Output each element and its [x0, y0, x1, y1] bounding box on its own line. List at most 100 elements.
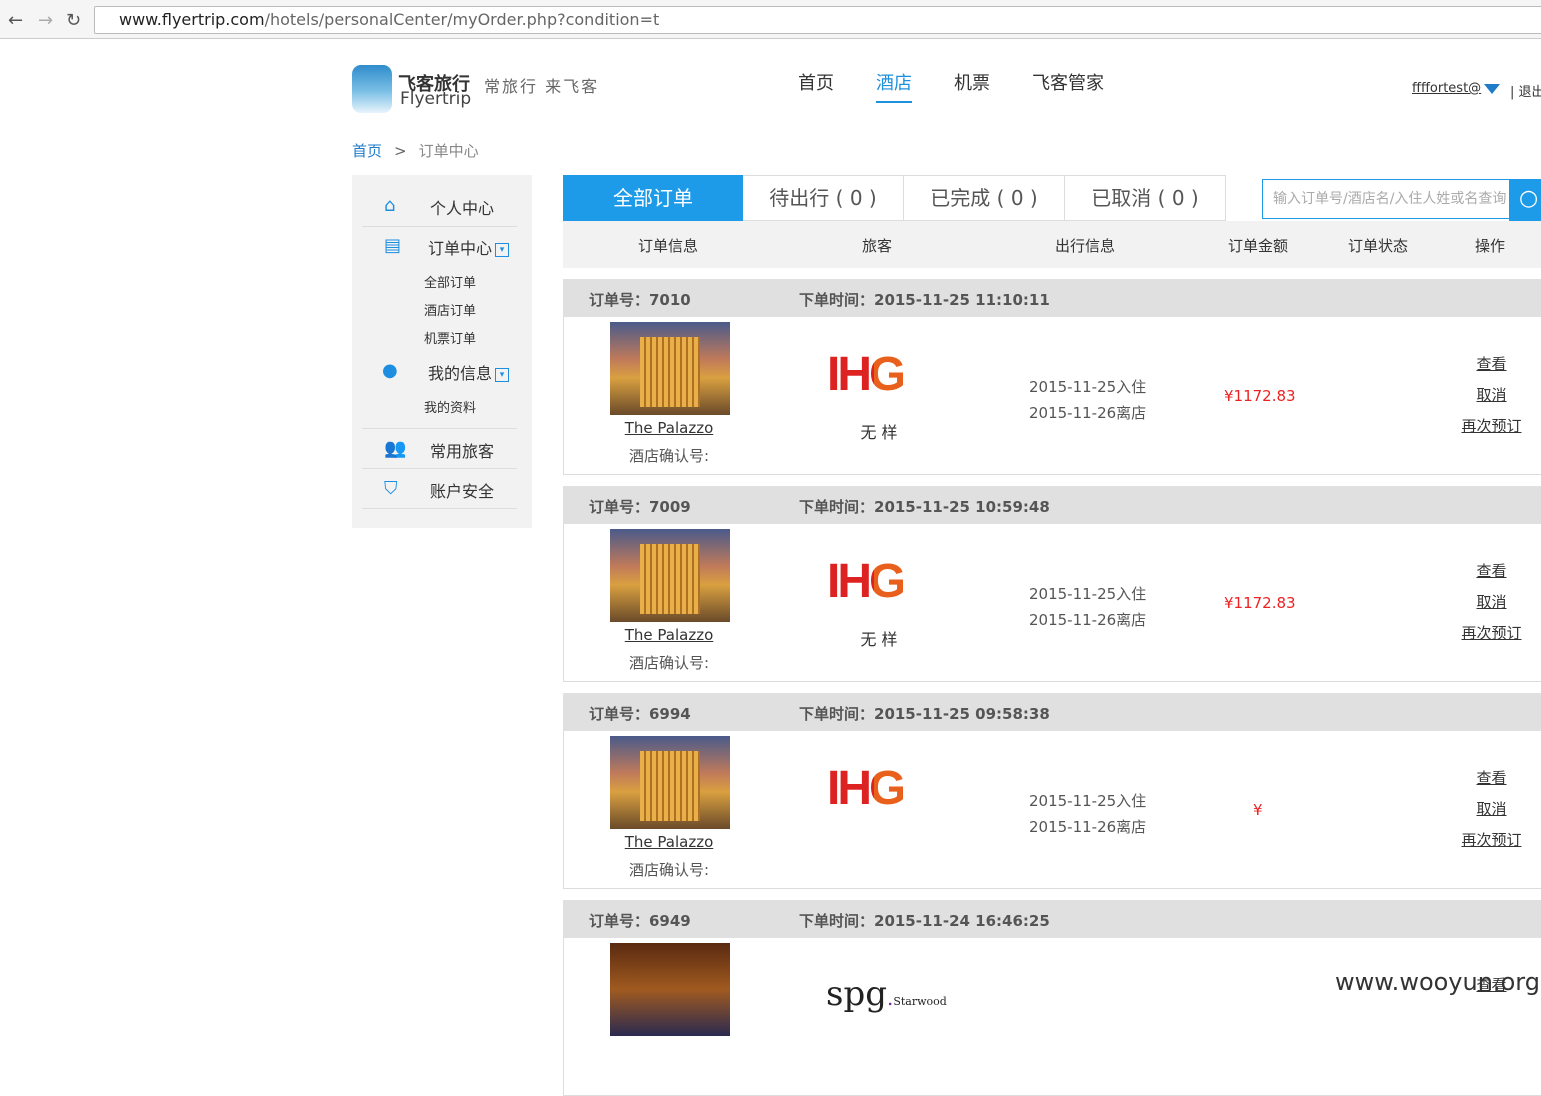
col-guest: 旅客	[861, 237, 893, 255]
sidebar-label: 个人中心	[430, 199, 495, 218]
sidebar-item-orders[interactable]: ▤ 订单中心 ▾	[362, 235, 517, 259]
caret-down-icon[interactable]	[1484, 84, 1500, 94]
hotel-image[interactable]	[610, 943, 730, 1036]
sidebar-item-security[interactable]: ⛉ 账户安全	[362, 478, 517, 502]
guest-name: 无 样	[860, 630, 898, 649]
order-row: 订单号：7009 下单时间：2015-11-25 10:59:48 The Pal…	[563, 486, 1541, 682]
col-order-info: 订单信息	[637, 237, 699, 255]
order-row: 订单号：6949 下单时间：2015-11-24 16:46:25 spg.Sta…	[563, 900, 1541, 1096]
sidebar-sub-flight-orders[interactable]: 机票订单	[424, 328, 476, 347]
home-icon: ⌂	[384, 195, 396, 216]
cancel-link[interactable]: 取消	[1459, 380, 1524, 411]
slogan: 常旅行 来飞客	[484, 77, 600, 96]
order-number: 订单号：6949	[589, 912, 691, 930]
logo-text-en: Flyertrip	[400, 89, 472, 109]
sidebar-label: 我的信息	[428, 364, 493, 383]
sidebar-sub-hotel-orders[interactable]: 酒店订单	[424, 300, 476, 319]
address-bar[interactable]: www.flyertrip.com/hotels/personalCenter/…	[94, 6, 1541, 34]
sidebar-label: 订单中心	[428, 239, 493, 258]
order-number: 订单号：6994	[589, 705, 691, 723]
checkout-date: 2015-11-26离店	[1029, 404, 1147, 422]
order-amount: ¥1172.83	[1224, 387, 1296, 405]
order-time: 下单时间：2015-11-25 11:10:11	[799, 291, 1050, 309]
tab-all[interactable]: 全部订单	[563, 175, 743, 221]
tab-completed[interactable]: 已完成 ( 0 )	[904, 175, 1065, 221]
breadcrumb-home[interactable]: 首页	[352, 142, 382, 160]
hotel-name-link[interactable]: The Palazzo	[564, 833, 774, 851]
hotel-image[interactable]	[610, 322, 730, 415]
col-amount: 订单金额	[1227, 237, 1289, 255]
user-menu[interactable]: ffffortest@	[1412, 81, 1481, 96]
order-number: 订单号：7009	[589, 498, 691, 516]
rebook-link[interactable]: 再次预订	[1459, 411, 1524, 442]
hotel-image[interactable]	[610, 529, 730, 622]
order-time: 下单时间：2015-11-25 10:59:48	[799, 498, 1050, 516]
search-input[interactable]: 输入订单号/酒店名/入住人姓或名查询	[1262, 179, 1510, 219]
divider	[362, 226, 517, 227]
order-time: 下单时间：2015-11-24 16:46:25	[799, 912, 1050, 930]
logout-label[interactable]: 退出	[1519, 85, 1541, 100]
cancel-link[interactable]: 取消	[1459, 794, 1524, 825]
logo-icon[interactable]	[352, 65, 392, 113]
ihg-logo: IHG	[827, 555, 906, 608]
users-icon: 👥	[384, 438, 407, 459]
forward-icon[interactable]: →	[38, 10, 53, 31]
ihg-logo: IHG	[827, 762, 906, 815]
order-amount: ¥1172.83	[1224, 594, 1296, 612]
tab-pending[interactable]: 待出行 ( 0 )	[743, 175, 904, 221]
breadcrumb-separator: >	[394, 142, 407, 160]
shield-icon: ⛉	[384, 478, 398, 499]
nav-hotel[interactable]: 酒店	[876, 69, 912, 103]
sidebar-item-myinfo[interactable]: ● 我的信息 ▾	[362, 360, 517, 384]
browser-toolbar: ← → ↻ www.flyertrip.com/hotels/personalC…	[0, 0, 1541, 39]
hotel-image[interactable]	[610, 736, 730, 829]
rebook-link[interactable]: 再次预订	[1459, 825, 1524, 856]
expand-icon[interactable]: ▾	[495, 242, 510, 257]
cancel-link[interactable]: 取消	[1459, 587, 1524, 618]
checkin-date: 2015-11-25入住	[1029, 378, 1147, 396]
order-row: 订单号：6994 下单时间：2015-11-25 09:58:38 The Pal…	[563, 693, 1541, 889]
checkout-date: 2015-11-26离店	[1029, 818, 1147, 836]
url-path: /hotels/personalCenter/myOrder.php?condi…	[264, 10, 660, 29]
hotel-name-link[interactable]: The Palazzo	[564, 419, 774, 437]
confirmation-label: 酒店确认号:	[628, 654, 710, 672]
back-icon[interactable]: ←	[8, 10, 23, 31]
sidebar-sub-profile[interactable]: 我的资料	[424, 397, 476, 416]
user-icon: ●	[382, 360, 398, 381]
confirmation-label: 酒店确认号:	[628, 861, 710, 879]
view-link[interactable]: 查看	[1459, 349, 1524, 380]
view-link[interactable]: 查看	[1459, 556, 1524, 587]
sidebar-sub-all-orders[interactable]: 全部订单	[424, 272, 476, 291]
logout-link[interactable]: | 退出	[1510, 81, 1541, 100]
reload-icon[interactable]: ↻	[66, 10, 81, 31]
order-time: 下单时间：2015-11-25 09:58:38	[799, 705, 1050, 723]
order-number: 订单号：7010	[589, 291, 691, 309]
watermark: www.wooyun.org	[1335, 968, 1540, 996]
col-status: 订单状态	[1347, 237, 1409, 255]
spg-logo: spg.Starwood	[826, 974, 947, 1014]
expand-icon[interactable]: ▾	[495, 367, 510, 382]
confirmation-label: 酒店确认号:	[628, 447, 710, 465]
order-row: 订单号：7010 下单时间：2015-11-25 11:10:11 The Pal…	[563, 279, 1541, 475]
hotel-name-link[interactable]: The Palazzo	[564, 626, 774, 644]
view-link[interactable]: 查看	[1459, 763, 1524, 794]
tab-cancelled[interactable]: 已取消 ( 0 )	[1065, 175, 1226, 221]
col-actions: 操作	[1474, 237, 1506, 255]
nav-home[interactable]: 首页	[798, 69, 834, 95]
sidebar-item-travelers[interactable]: 👥 常用旅客	[362, 438, 517, 462]
checkout-date: 2015-11-26离店	[1029, 611, 1147, 629]
sidebar-label: 常用旅客	[430, 442, 495, 461]
nav-butler[interactable]: 飞客管家	[1032, 69, 1104, 95]
breadcrumb-current: 订单中心	[418, 142, 479, 160]
sidebar-label: 账户安全	[430, 482, 495, 501]
checkin-date: 2015-11-25入住	[1029, 585, 1147, 603]
order-amount: ¥	[1253, 801, 1263, 819]
guest-name: 无 样	[860, 423, 898, 442]
url-domain: www.flyertrip.com	[119, 10, 265, 29]
col-travel: 出行信息	[1054, 237, 1116, 255]
rebook-link[interactable]: 再次预订	[1459, 618, 1524, 649]
nav-flight[interactable]: 机票	[954, 69, 990, 95]
spg-logo-sub: Starwood	[893, 995, 947, 1008]
sidebar-item-personal[interactable]: ⌂ 个人中心	[362, 195, 517, 219]
search-icon[interactable]: ○	[1509, 179, 1541, 221]
